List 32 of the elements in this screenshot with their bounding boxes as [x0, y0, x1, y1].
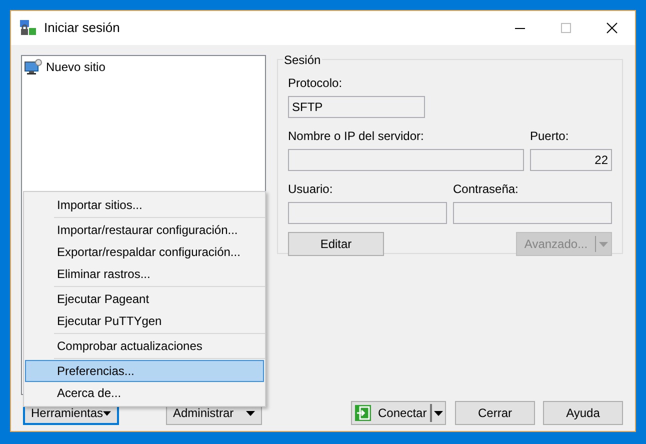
caret-icon — [599, 242, 608, 246]
connect-button[interactable]: Conectar — [351, 401, 446, 425]
input-field[interactable] — [288, 202, 447, 224]
menu-item[interactable]: Ejecutar PuTTYgen — [25, 310, 264, 332]
menu-item[interactable]: Preferencias... — [25, 360, 264, 382]
enter-icon — [355, 405, 371, 421]
input-field[interactable] — [288, 149, 524, 171]
menu-item[interactable]: Ejecutar Pageant — [25, 288, 264, 310]
window-title: Iniciar sesión — [44, 19, 120, 38]
caret-icon — [103, 410, 111, 416]
lock-computer-icon — [19, 19, 37, 37]
field-label: Contraseña: — [453, 181, 518, 198]
dialog-button[interactable]: Ayuda — [543, 401, 623, 425]
dialog-button[interactable]: Cerrar — [455, 401, 535, 425]
menu-item[interactable]: Acerca de... — [25, 382, 264, 404]
menu-item[interactable]: Importar/restaurar configuración... — [25, 219, 264, 241]
field-label: Usuario: — [288, 181, 333, 198]
input-field[interactable] — [453, 202, 612, 224]
input-field[interactable]: 22 — [530, 149, 612, 171]
edit-button[interactable]: Editar — [288, 232, 384, 256]
field-label: Puerto: — [530, 128, 569, 145]
menu-item[interactable]: Eliminar rastros... — [25, 263, 264, 285]
menu-item[interactable]: Importar sitios... — [25, 194, 264, 216]
field-label: Nombre o IP del servidor: — [288, 128, 424, 145]
caret-icon — [434, 410, 443, 416]
menu-item[interactable]: Exportar/respaldar configuración... — [25, 241, 264, 263]
field-label: Protocolo: — [288, 75, 342, 92]
input-field[interactable]: SFTP — [288, 96, 425, 118]
tree-item[interactable]: Nuevo sitio — [24, 58, 108, 76]
menu-item[interactable]: Comprobar actualizaciones — [25, 335, 264, 357]
monitor-icon — [24, 59, 42, 75]
caret-icon — [246, 410, 255, 416]
